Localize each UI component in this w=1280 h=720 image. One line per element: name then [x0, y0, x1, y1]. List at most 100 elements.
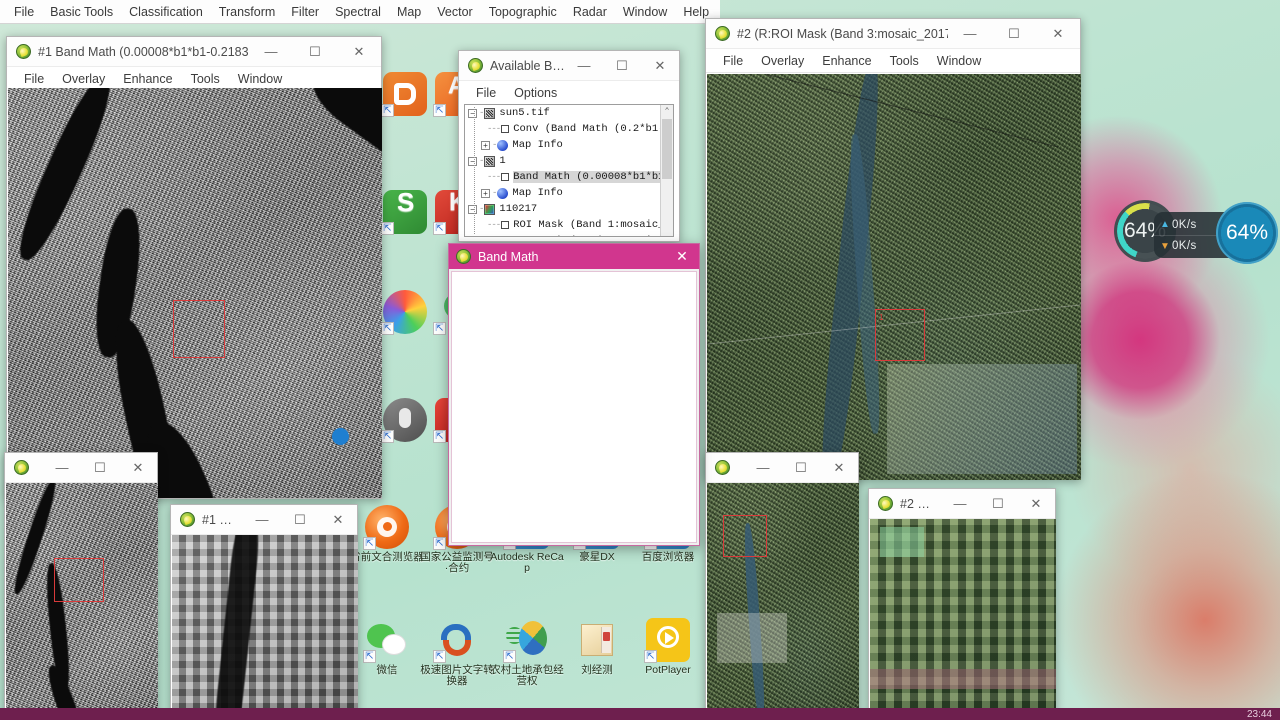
zoom-window-2[interactable]: #2 … — ☐ ✕	[868, 488, 1056, 718]
zoom-window-2-minimize-button[interactable]: —	[941, 489, 979, 519]
window-1-minimize-button[interactable]: —	[249, 37, 293, 67]
scroll-up-icon[interactable]: ⌃	[661, 105, 673, 118]
desktop-icon-potplayer[interactable]: ⇱ PotPlayer	[631, 618, 705, 676]
envi-main-menubar[interactable]: File Basic Tools Classification Transfor…	[0, 0, 720, 24]
tree-toggle-icon[interactable]: −	[468, 204, 477, 214]
available-bands-titlebar[interactable]: Available B… — ☐ ✕	[459, 51, 679, 81]
available-bands-minimize-button[interactable]: —	[565, 51, 603, 81]
available-bands-tree[interactable]: − - sun5.tif --- Conv (Band Math (0.2*b1…	[464, 104, 674, 237]
checkbox-icon[interactable]	[501, 125, 510, 133]
scroll-window-2-titlebar[interactable]: — ☐ ✕	[706, 453, 858, 483]
available-bands-menu-options[interactable]: Options	[505, 84, 566, 102]
menu-window[interactable]: Window	[615, 2, 675, 22]
window-1-menu-tools[interactable]: Tools	[182, 70, 229, 88]
zoom-window-1[interactable]: #1 … — ☐ ✕	[170, 504, 358, 718]
menu-map[interactable]: Map	[389, 2, 429, 22]
scroll-window-1-minimize-button[interactable]: —	[43, 453, 81, 483]
performance-widget[interactable]: 64% ▲ 0K/s ▼ 0K/s 64%	[1114, 196, 1280, 276]
tree-toggle-icon[interactable]: −	[468, 108, 477, 118]
tree-item-map-info-1[interactable]: + - Map Info	[465, 137, 673, 153]
tree-item-roi-mask-2[interactable]: --- ROI Mask (Band 2:mosaic_	[465, 233, 673, 236]
menu-radar[interactable]: Radar	[565, 2, 615, 22]
scroll-window-2-close-button[interactable]: ✕	[820, 453, 858, 483]
window-1-maximize-button[interactable]: ☐	[293, 37, 337, 67]
menu-transform[interactable]: Transform	[211, 2, 284, 22]
tree-item-roi-mask-1[interactable]: --- ROI Mask (Band 1:mosaic_	[465, 217, 673, 233]
window-1-menu-overlay[interactable]: Overlay	[53, 70, 114, 88]
window-1-titlebar[interactable]: #1 Band Math (0.00008*b1*b1-0.2183… — ☐ …	[7, 37, 381, 67]
window-1-menu-file[interactable]: File	[15, 70, 53, 88]
window-1-close-button[interactable]: ✕	[337, 37, 381, 67]
window-2-minimize-button[interactable]: —	[948, 19, 992, 49]
menu-spectral[interactable]: Spectral	[327, 2, 389, 22]
taskbar[interactable]: 23:44	[0, 708, 1280, 720]
scroll-window-2[interactable]: — ☐ ✕	[705, 452, 859, 718]
window-2-close-button[interactable]: ✕	[1036, 19, 1080, 49]
tree-item-sun5[interactable]: − - sun5.tif	[465, 105, 673, 121]
scroll-window-2-maximize-button[interactable]: ☐	[782, 453, 820, 483]
available-bands-dialog[interactable]: Available B… — ☐ ✕ File Options − - sun5…	[458, 50, 680, 242]
window-2-menu-enhance[interactable]: Enhance	[813, 52, 880, 70]
window-2[interactable]: #2 (R:ROI Mask (Band 3:mosaic_2017-… — ☐…	[705, 18, 1081, 480]
menu-vector[interactable]: Vector	[429, 2, 480, 22]
scroll-window-1[interactable]: — ☐ ✕	[4, 452, 158, 718]
available-bands-close-button[interactable]: ✕	[641, 51, 679, 81]
menu-classification[interactable]: Classification	[121, 2, 211, 22]
gpu-gauge[interactable]: 64%	[1216, 202, 1278, 264]
tree-item-map-info-2[interactable]: + - Map Info	[465, 185, 673, 201]
scroll-window-1-titlebar[interactable]: — ☐ ✕	[5, 453, 157, 483]
zoom-window-2-canvas[interactable]	[870, 519, 1056, 717]
tree-item-1[interactable]: − - 1	[465, 153, 673, 169]
window-1-menu-enhance[interactable]: Enhance	[114, 70, 181, 88]
scroll-window-2-minimize-button[interactable]: —	[744, 453, 782, 483]
zoom-window-1-canvas[interactable]	[172, 535, 358, 717]
window-2-image-canvas[interactable]: 1	[707, 74, 1081, 480]
desktop-icon-folder[interactable]: 刘经测	[560, 618, 634, 676]
scroll-window-1-canvas[interactable]	[6, 483, 158, 717]
zoom-window-1-close-button[interactable]: ✕	[319, 505, 357, 535]
available-bands-scrollbar[interactable]: ⌃	[660, 105, 673, 236]
window-2-menu-tools[interactable]: Tools	[881, 52, 928, 70]
window-2-menu-overlay[interactable]: Overlay	[752, 52, 813, 70]
desktop-icon-img-convert[interactable]: ⇱ 极速图片文字转换器	[420, 618, 494, 687]
desktop-icon-land-survey[interactable]: ⇱ 农村土地承包经营权	[490, 618, 564, 687]
zoom-window-2-maximize-button[interactable]: ☐	[979, 489, 1017, 519]
window-2-menu-window[interactable]: Window	[928, 52, 990, 70]
zoom-window-2-titlebar[interactable]: #2 … — ☐ ✕	[869, 489, 1055, 519]
window-2-menubar[interactable]: File Overlay Enhance Tools Window	[706, 49, 1080, 73]
tree-item-conv-bandmath[interactable]: --- Conv (Band Math (0.2*b1‹	[465, 121, 673, 137]
scroll-window-1-maximize-button[interactable]: ☐	[81, 453, 119, 483]
window-1-menu-window[interactable]: Window	[229, 70, 291, 88]
checkbox-icon[interactable]	[501, 221, 510, 229]
window-2-menu-file[interactable]: File	[714, 52, 752, 70]
checkbox-icon[interactable]	[501, 173, 510, 181]
band-math-dialog[interactable]: Band Math ✕	[448, 243, 700, 546]
scrollbar-thumb[interactable]	[662, 119, 672, 179]
zoom-window-2-close-button[interactable]: ✕	[1017, 489, 1055, 519]
zoom-window-1-maximize-button[interactable]: ☐	[281, 505, 319, 535]
window-1-image-canvas[interactable]	[8, 88, 382, 498]
window-2-maximize-button[interactable]: ☐	[992, 19, 1036, 49]
scroll-window-1-close-button[interactable]: ✕	[119, 453, 157, 483]
window-2-titlebar[interactable]: #2 (R:ROI Mask (Band 3:mosaic_2017-… — ☐…	[706, 19, 1080, 49]
band-math-close-button[interactable]: ✕	[665, 244, 699, 269]
zoom-window-1-titlebar[interactable]: #1 … — ☐ ✕	[171, 505, 357, 535]
roi-rectangle[interactable]	[173, 300, 225, 358]
band-math-body[interactable]	[451, 271, 697, 543]
desktop-icon-wechat[interactable]: ⇱ 微信	[350, 618, 424, 676]
menu-file[interactable]: File	[6, 2, 42, 22]
tree-toggle-icon[interactable]: +	[481, 188, 490, 198]
roi-rectangle[interactable]	[723, 515, 767, 557]
window-1[interactable]: #1 Band Math (0.00008*b1*b1-0.2183… — ☐ …	[6, 36, 382, 499]
menu-filter[interactable]: Filter	[283, 2, 327, 22]
tree-item-bandmath-selected[interactable]: --- Band Math (0.00008*b1*b1	[465, 169, 673, 185]
available-bands-menubar[interactable]: File Options	[459, 81, 679, 105]
tree-toggle-icon[interactable]: −	[468, 156, 477, 166]
menu-basic-tools[interactable]: Basic Tools	[42, 2, 121, 22]
scroll-window-2-canvas[interactable]	[707, 483, 859, 717]
available-bands-maximize-button[interactable]: ☐	[603, 51, 641, 81]
available-bands-menu-file[interactable]: File	[467, 84, 505, 102]
tree-item-110217[interactable]: − - 110217	[465, 201, 673, 217]
roi-rectangle[interactable]	[54, 558, 104, 602]
tree-toggle-icon[interactable]: +	[481, 140, 490, 150]
